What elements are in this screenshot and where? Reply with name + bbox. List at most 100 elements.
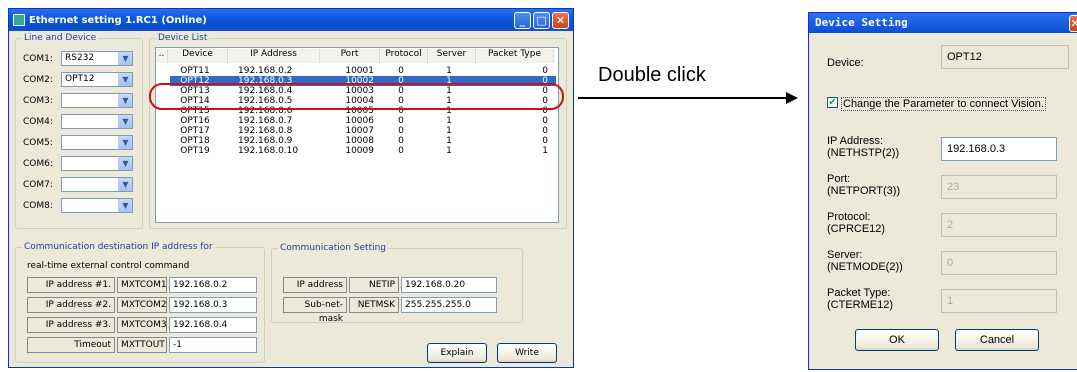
param-input: 23: [941, 175, 1057, 199]
dest-param: MXTTOUT: [117, 337, 167, 353]
dest-label: IP address #2.: [27, 297, 115, 313]
com-select[interactable]: RS232 ▼: [61, 51, 133, 66]
dialog-title[interactable]: Device Setting: [809, 13, 1077, 33]
dest-ip-input[interactable]: 192.168.0.4: [169, 317, 257, 333]
selection-highlight-ring: [149, 83, 564, 110]
chevron-down-icon[interactable]: ▼: [118, 157, 132, 170]
device-setting-dialog: Device Setting ✕ Device: OPT12 ✔ Change …: [808, 12, 1077, 370]
table-cell: 0: [398, 146, 404, 156]
main-titlebar[interactable]: Ethernet setting 1.RC1 (Online) _ □ ✕: [9, 9, 573, 31]
table-cell: 0: [398, 126, 404, 136]
com-select[interactable]: ▼: [61, 114, 133, 129]
table-cell: 192.168.0.2: [238, 66, 293, 76]
com-label: COM2:: [23, 75, 53, 85]
table-cell: 0: [398, 66, 404, 76]
table-cell: 1: [446, 66, 452, 76]
dest-ip-input[interactable]: 192.168.0.3: [169, 297, 257, 313]
param-label: IP Address:: [827, 135, 884, 147]
table-cell: 0: [398, 136, 404, 146]
dest-ip-input[interactable]: -1: [169, 337, 257, 353]
com-select-value: OPT12: [65, 74, 95, 84]
comm-setting-legend: Communication Setting: [280, 243, 387, 253]
device-field: OPT12: [941, 45, 1069, 69]
param-name-label: (CTERME12): [827, 299, 894, 311]
chevron-down-icon[interactable]: ▼: [118, 115, 132, 128]
table-row[interactable]: OPT11 192.168.0.2 10001 0 1 0: [170, 66, 556, 76]
list-column-header[interactable]: Port: [320, 49, 380, 63]
device-list-legend: Device List: [158, 33, 208, 43]
app-icon: [13, 14, 25, 26]
ok-button[interactable]: OK: [855, 329, 939, 351]
comm-param: NETMSK: [349, 297, 399, 313]
dest-ip-input[interactable]: 192.168.0.2: [169, 277, 257, 293]
com-label: COM8:: [23, 201, 53, 211]
table-cell: 10007: [345, 126, 374, 136]
table-cell: 192.168.0.9: [238, 136, 293, 146]
com-label: COM6:: [23, 159, 53, 169]
list-column-header[interactable]: IP Address: [228, 49, 320, 63]
annotation-arrowhead-icon: [786, 92, 798, 104]
com-select[interactable]: OPT12 ▼: [61, 72, 133, 87]
chevron-down-icon[interactable]: ▼: [118, 199, 132, 212]
comm-param: NETIP: [349, 277, 399, 293]
device-label: Device:: [827, 57, 864, 69]
comm-value-input[interactable]: 192.168.0.20: [401, 277, 497, 293]
param-name-label: (NETHSTP(2)): [827, 147, 900, 159]
table-cell: 0: [542, 66, 548, 76]
list-column-header[interactable]: Packet Type: [476, 49, 554, 63]
device-list[interactable]: .. Device IP Address Port Protocol Server Pack…: [155, 47, 559, 223]
table-row[interactable]: OPT17 192.168.0.8 10007 0 1 0: [170, 126, 556, 136]
comm-value-input[interactable]: 255.255.255.0: [401, 297, 497, 313]
com-select[interactable]: ▼: [61, 177, 133, 192]
table-cell: 0: [398, 116, 404, 126]
chevron-down-icon[interactable]: ▼: [118, 136, 132, 149]
table-cell: 192.168.0.7: [238, 116, 293, 126]
dest-label: IP address #1.: [27, 277, 115, 293]
list-column-header[interactable]: Protocol: [380, 49, 428, 63]
chevron-down-icon[interactable]: ▼: [118, 178, 132, 191]
dest-param: MXTCOM2: [117, 297, 167, 313]
table-cell: 10008: [345, 136, 374, 146]
param-label: Port:: [827, 173, 851, 185]
com-select[interactable]: ▼: [61, 93, 133, 108]
param-input: 1: [941, 289, 1057, 313]
table-cell: 0: [542, 136, 548, 146]
chevron-down-icon[interactable]: ▼: [118, 52, 132, 65]
param-input: 0: [941, 251, 1057, 275]
param-input[interactable]: 192.168.0.3: [941, 137, 1057, 161]
table-row[interactable]: OPT18 192.168.0.9 10008 0 1 0: [170, 136, 556, 146]
dest-label: IP address #3.: [27, 317, 115, 333]
change-parameter-checkbox[interactable]: ✔: [827, 97, 838, 108]
write-button[interactable]: Write: [497, 343, 557, 363]
param-name-label: (CPRCE12): [827, 223, 886, 235]
ethernet-setting-window: Ethernet setting 1.RC1 (Online) _ □ ✕ Li…: [8, 8, 574, 368]
close-icon[interactable]: ✕: [552, 12, 569, 29]
dialog-close-icon[interactable]: ✕: [1069, 15, 1077, 32]
com-select[interactable]: ▼: [61, 198, 133, 213]
comm-destination-legend: Communication destination IP address for: [24, 242, 213, 252]
explain-button[interactable]: Explain: [427, 343, 487, 363]
annotation-arrow-line: [578, 97, 786, 99]
table-row[interactable]: OPT16 192.168.0.7 10006 0 1 0: [170, 116, 556, 126]
maximize-icon[interactable]: □: [533, 12, 550, 29]
com-select[interactable]: ▼: [61, 135, 133, 150]
minimize-icon[interactable]: _: [514, 12, 531, 29]
com-select[interactable]: ▼: [61, 156, 133, 171]
table-cell: 1: [446, 136, 452, 146]
list-column-header[interactable]: Server: [428, 49, 476, 63]
com-label: COM7:: [23, 180, 53, 190]
cancel-button[interactable]: Cancel: [955, 329, 1039, 351]
chevron-down-icon[interactable]: ▼: [118, 94, 132, 107]
chevron-down-icon[interactable]: ▼: [118, 73, 132, 86]
change-parameter-label[interactable]: Change the Parameter to connect Vision.: [841, 97, 1046, 111]
param-label: Packet Type:: [827, 287, 891, 299]
table-cell: OPT16: [180, 116, 210, 126]
list-column-header[interactable]: ..: [156, 49, 168, 63]
table-cell: 1: [446, 116, 452, 126]
table-cell: OPT19: [180, 146, 210, 156]
table-row[interactable]: OPT19 192.168.0.10 10009 0 1 1: [170, 146, 556, 156]
comm-label: IP address: [283, 277, 347, 293]
param-label: Protocol:: [827, 211, 871, 223]
list-column-header[interactable]: Device: [168, 49, 228, 63]
table-cell: OPT18: [180, 136, 210, 146]
